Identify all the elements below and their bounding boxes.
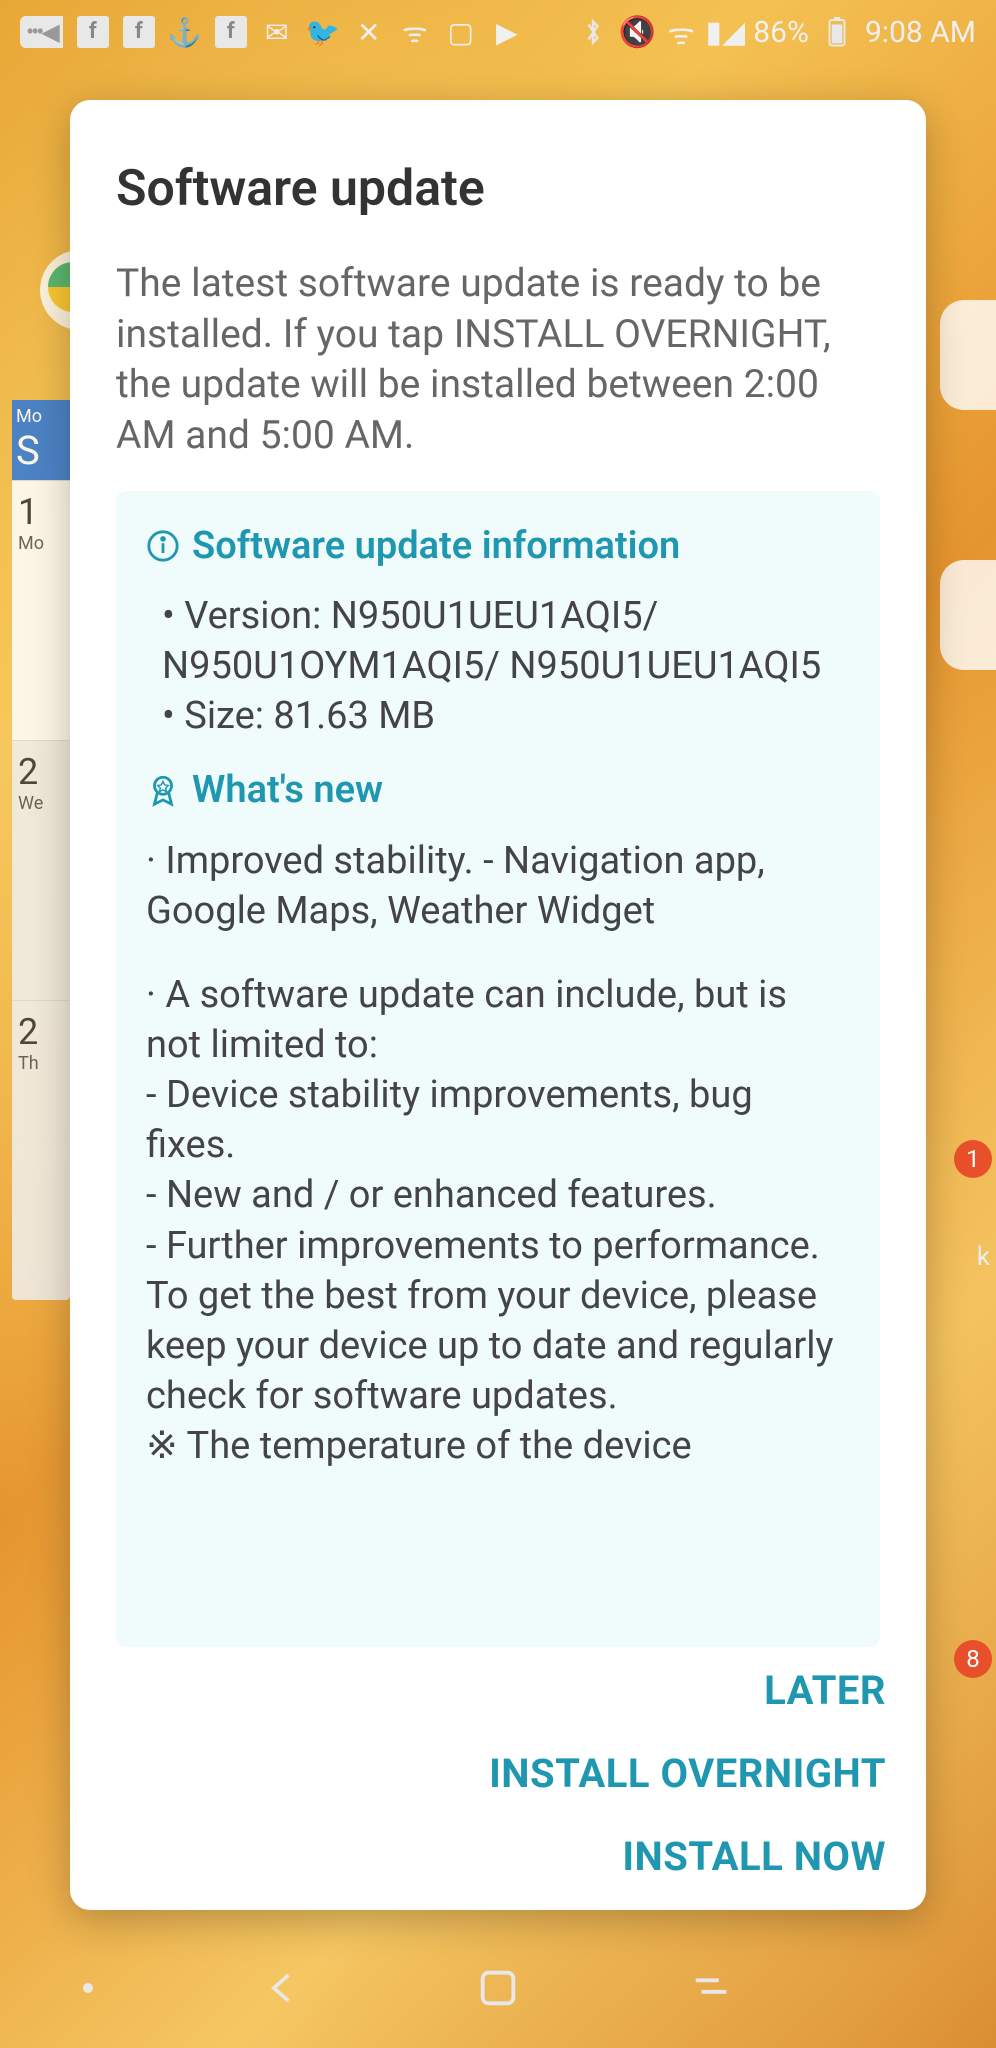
changelog-line: A software update can include, but is no…	[146, 970, 850, 1070]
nav-dot	[83, 1983, 93, 1993]
cal-num: 2	[18, 751, 64, 793]
homescreen-app-bg	[940, 560, 996, 670]
notification-badge: 1	[954, 1140, 992, 1178]
changelog-tail: To get the best from your device, please…	[146, 1271, 850, 1421]
back-button[interactable]	[258, 1963, 308, 2013]
battery-icon	[821, 16, 853, 48]
dialog-description: The latest software update is ready to b…	[116, 258, 880, 461]
update-info-panel[interactable]: Software update information Version: N95…	[116, 491, 880, 1647]
sim-icon: ▢	[445, 16, 477, 48]
cal-dow: Mo	[18, 533, 64, 554]
whatsnew-heading-label: What's new	[192, 765, 383, 815]
gmail-icon: ✉	[261, 16, 293, 48]
software-update-dialog: Software update The latest software upda…	[70, 100, 926, 1910]
version-line: Version: N950U1UEU1AQI5/ N950U1OYM1AQI5/…	[162, 591, 850, 691]
clock: 9:08 AM	[865, 15, 976, 50]
wifi-calling-icon: ᯤ	[399, 16, 431, 48]
dialog-title: Software update	[116, 160, 880, 218]
changelog-line: Improved stability. - Navigation app, Go…	[146, 836, 850, 936]
cal-num: 2	[18, 1011, 64, 1053]
install-now-button[interactable]: INSTALL NOW	[622, 1833, 886, 1880]
navigation-bar	[0, 1928, 996, 2048]
install-overnight-button[interactable]: INSTALL OVERNIGHT	[489, 1750, 886, 1797]
notification-badge: 8	[954, 1640, 992, 1678]
homescreen-app-bg	[940, 300, 996, 410]
size-line: Size: 81.63 MB	[162, 691, 850, 741]
facebook-icon: f	[77, 16, 109, 48]
changelog-subline: Further improvements to performance.	[146, 1221, 850, 1271]
battery-percent: 86%	[753, 15, 809, 50]
cal-dow: Mo	[16, 406, 66, 427]
mute-icon: 🔇	[621, 16, 653, 48]
changelog-footnote: The temperature of the device	[146, 1421, 850, 1471]
youtube-icon: ▶	[491, 16, 523, 48]
changelog-subline: Device stability improvements, bug fixes…	[146, 1070, 850, 1170]
calendar-widget-bg: Mo S 1 Mo 2 We 2 Th	[12, 400, 70, 1300]
recents-button[interactable]	[688, 1963, 738, 2013]
app-label-fragment: k	[977, 1242, 990, 1272]
info-icon	[146, 529, 180, 563]
later-button[interactable]: LATER	[764, 1667, 886, 1714]
award-icon	[146, 773, 180, 807]
dialog-body: Software update The latest software upda…	[70, 100, 926, 1647]
info-heading-label: Software update information	[192, 521, 680, 571]
wifi-icon: ᯤ	[665, 16, 697, 48]
anchor-icon: ⚓	[169, 16, 201, 48]
cal-dow: We	[18, 793, 64, 814]
changelog-subline: New and / or enhanced features.	[146, 1170, 850, 1220]
info-heading: Software update information	[146, 521, 850, 571]
facebook-icon: f	[215, 16, 247, 48]
cal-day: S	[16, 427, 66, 474]
bluetooth-icon	[577, 16, 609, 48]
twitter-icon: 🐦	[307, 16, 339, 48]
scroll-fade	[116, 1607, 880, 1647]
cal-dow: Th	[18, 1053, 64, 1074]
whatsnew-heading: What's new	[146, 765, 850, 815]
dialog-actions: LATER INSTALL OVERNIGHT INSTALL NOW	[70, 1647, 926, 1910]
cal-num: 1	[18, 491, 64, 533]
home-button[interactable]	[473, 1963, 523, 2013]
missed-call-icon: ✕	[353, 16, 385, 48]
signal-icon: ▮◢	[709, 16, 741, 48]
more-notifications-icon: •••◀	[20, 16, 63, 48]
facebook-icon: f	[123, 16, 155, 48]
statusbar: •••◀ f f ⚓ f ✉ 🐦 ✕ ᯤ ▢ ▶ 🔇 ᯤ ▮◢ 86% 9:08…	[0, 0, 996, 64]
